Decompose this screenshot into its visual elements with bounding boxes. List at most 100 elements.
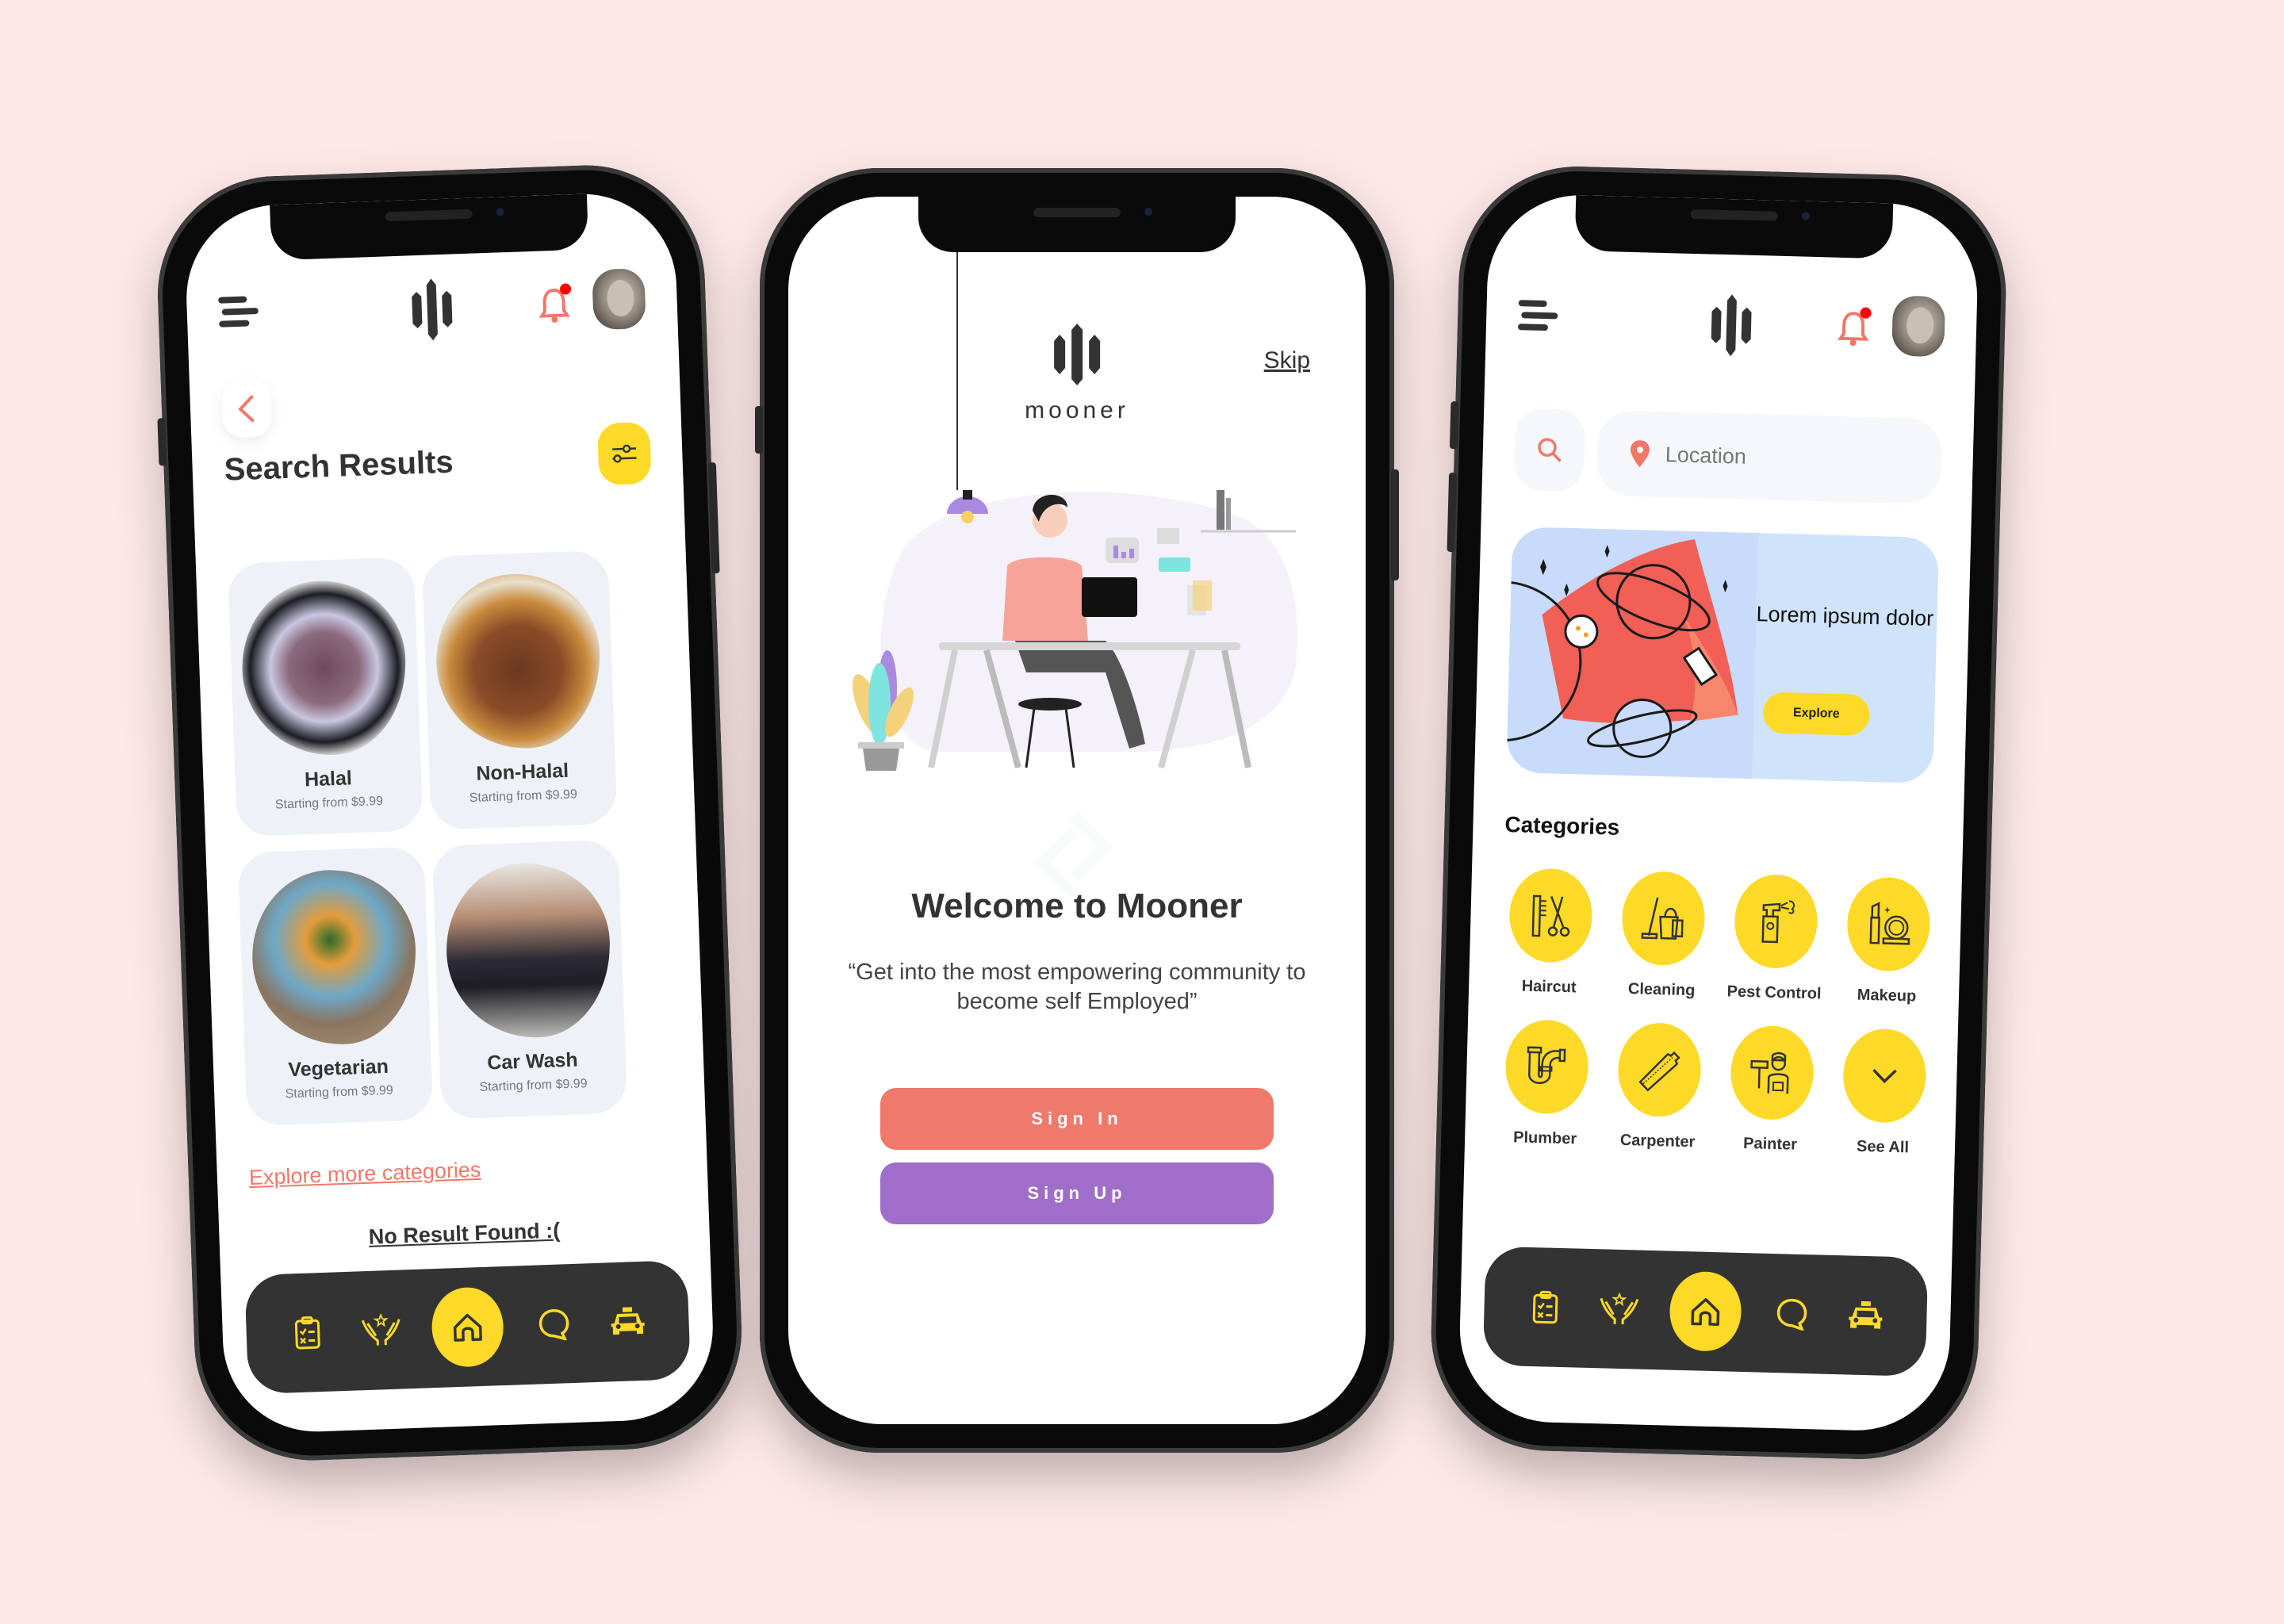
card-name: Non-Halal — [475, 759, 569, 785]
results-grid: Halal Starting from $9.99 Non-Halal Star… — [227, 550, 628, 1127]
categories-heading: Categories — [1504, 811, 1620, 840]
result-card-non-halal[interactable]: Non-Halal Starting from $9.99 — [421, 550, 618, 830]
category-label: Painter — [1742, 1134, 1798, 1154]
category-label: Carpenter — [1619, 1131, 1696, 1151]
banner-title: Lorem ipsum dolor — [1756, 602, 1934, 631]
category-see-all[interactable]: See All — [1826, 1028, 1942, 1159]
phone-welcome: mooner Skip Welcome to Mooner “Get into … — [755, 168, 1399, 1453]
logo-wordmark: mooner — [1025, 397, 1129, 423]
nav-taxi[interactable] — [604, 1297, 653, 1346]
laptop — [1082, 577, 1137, 617]
home-icon — [1691, 1298, 1720, 1326]
result-card-vegetarian[interactable]: Vegetarian Starting from $9.99 — [237, 846, 434, 1127]
phone-home: Location Lorem ipsum dolor Explore Categ… — [1428, 163, 2010, 1462]
notification-bell-icon[interactable] — [538, 283, 572, 324]
phone-notch — [270, 193, 589, 261]
search-icon — [1538, 438, 1562, 462]
category-plumber[interactable]: Plumber — [1489, 1019, 1604, 1150]
lamp-bulb — [961, 511, 974, 523]
welcome-subtitle: “Get into the most empowering community … — [848, 959, 1306, 1014]
mop-bucket-icon — [1641, 897, 1684, 940]
nav-home[interactable] — [430, 1286, 505, 1369]
result-card-halal[interactable]: Halal Starting from $9.99 — [227, 557, 423, 837]
phone-side-button — [1449, 400, 1459, 450]
filter-button[interactable] — [596, 421, 652, 486]
category-cleaning[interactable]: Cleaning — [1605, 870, 1721, 1001]
phone-side-button — [157, 418, 167, 466]
sign-up-button[interactable]: Sign Up — [880, 1162, 1274, 1224]
phone-search-results: Search Results Halal Starting from $9.99… — [153, 161, 746, 1465]
nav-tasks[interactable] — [1521, 1283, 1570, 1332]
phone-side-button — [1447, 472, 1458, 553]
non-halal-food-image — [433, 571, 604, 752]
bottom-nav — [1482, 1246, 1929, 1377]
map-pin-icon — [1630, 440, 1650, 468]
saw-icon — [1638, 1051, 1680, 1092]
skip-link[interactable]: Skip — [1264, 347, 1310, 374]
spray-bottle-icon — [1761, 900, 1795, 944]
category-label: Cleaning — [1627, 980, 1696, 1000]
card-price: Starting from $9.99 — [274, 794, 384, 812]
space-illustration — [1506, 527, 1759, 779]
category-carpenter[interactable]: Carpenter — [1601, 1021, 1717, 1152]
chevron-left-icon — [238, 394, 255, 423]
user-avatar[interactable] — [592, 268, 646, 331]
clipboard-checklist-icon — [294, 1316, 320, 1350]
category-makeup[interactable]: Makeup — [1830, 876, 1946, 1007]
no-result-message: No Result Found :( — [368, 1218, 561, 1249]
result-card-car-wash[interactable]: Car Wash Starting from $9.99 — [431, 839, 628, 1120]
notification-dot — [1860, 307, 1872, 319]
location-input[interactable]: Location — [1596, 409, 1943, 505]
nav-services[interactable] — [1595, 1285, 1644, 1334]
vegetarian-food-image — [249, 867, 420, 1048]
category-painter[interactable]: Painter — [1714, 1025, 1830, 1155]
category-haircut[interactable]: Haircut — [1493, 868, 1608, 998]
caring-hands-icon — [362, 1312, 401, 1346]
category-label: See All — [1856, 1137, 1910, 1157]
phone-notch — [918, 197, 1236, 252]
nav-tasks[interactable] — [283, 1308, 332, 1358]
app-header — [218, 268, 646, 350]
user-avatar[interactable] — [1891, 295, 1946, 358]
plant-pot — [863, 749, 899, 771]
mooner-logo-icon — [412, 278, 453, 341]
screen: Search Results Halal Starting from $9.99… — [183, 190, 716, 1435]
hamburger-icon[interactable] — [218, 296, 259, 332]
card-price: Starting from $9.99 — [479, 1077, 588, 1094]
hamburger-icon[interactable] — [1517, 300, 1558, 335]
category-label: Plumber — [1512, 1128, 1577, 1148]
notification-bell-icon[interactable] — [1837, 307, 1872, 347]
chevron-down-icon — [1872, 1069, 1897, 1084]
card-price: Starting from $9.99 — [285, 1083, 394, 1101]
phone-side-button — [1391, 469, 1399, 580]
nav-taxi[interactable] — [1841, 1291, 1891, 1340]
category-label: Haircut — [1521, 977, 1577, 997]
location-placeholder: Location — [1665, 442, 1747, 469]
mooner-logo: mooner — [1025, 324, 1129, 424]
explore-more-categories-link[interactable]: Explore more categories — [248, 1158, 481, 1190]
caring-hands-icon — [1600, 1292, 1639, 1325]
lipstick-compact-icon — [1869, 902, 1910, 945]
category-pest-control[interactable]: Pest Control — [1718, 873, 1834, 1004]
banner-explore-button[interactable]: Explore — [1762, 691, 1870, 736]
back-button[interactable] — [220, 379, 273, 439]
painter-icon — [1750, 1051, 1789, 1094]
card-name: Car Wash — [486, 1048, 579, 1074]
sign-in-button[interactable]: Sign In — [880, 1088, 1274, 1150]
comb-scissors-icon — [1531, 894, 1570, 937]
search-button[interactable] — [1513, 408, 1586, 492]
card-name: Vegetarian — [287, 1055, 389, 1082]
mooner-logo-icon — [1711, 294, 1752, 357]
mooner-logo-icon — [1054, 324, 1100, 385]
screen: mooner Skip Welcome to Mooner “Get into … — [788, 197, 1366, 1424]
phone-side-button — [707, 462, 720, 574]
nav-chat[interactable] — [529, 1300, 578, 1349]
app-header — [1517, 289, 1946, 363]
card-price: Starting from $9.99 — [469, 787, 578, 806]
chat-bubble-icon — [1776, 1298, 1807, 1331]
card-name: Halal — [304, 767, 353, 791]
nav-home[interactable] — [1669, 1270, 1742, 1352]
nav-services[interactable] — [357, 1305, 406, 1354]
nav-chat[interactable] — [1767, 1289, 1816, 1339]
chat-bubble-icon — [538, 1309, 569, 1342]
